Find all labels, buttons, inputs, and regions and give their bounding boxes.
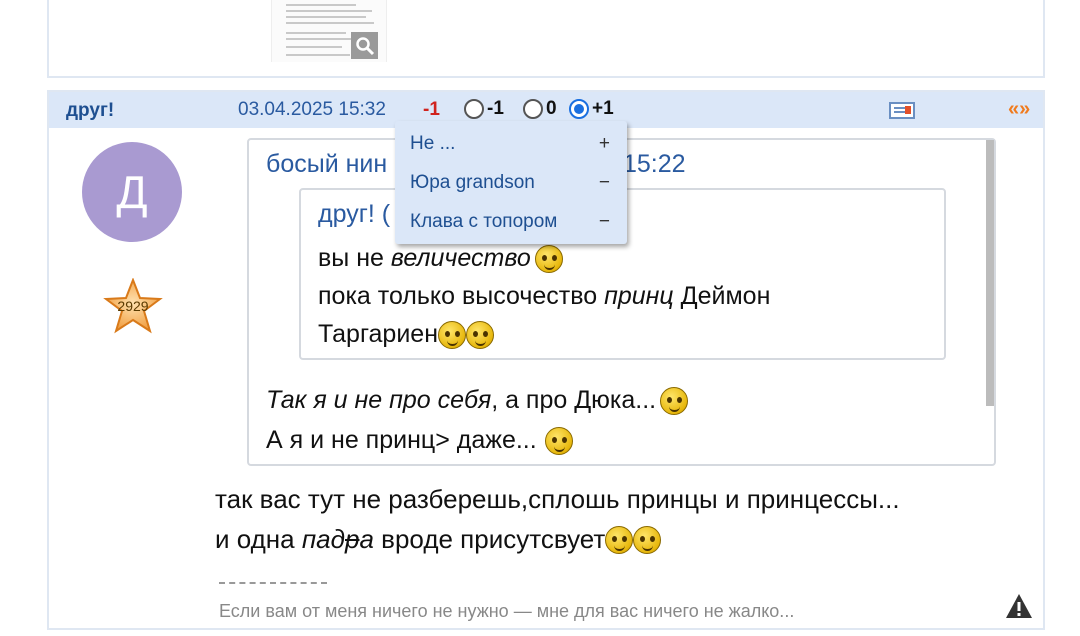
quote-outer-text: А я и не принц> даже... <box>266 426 537 454</box>
post-body-line: так вас тут не разберешь,сплошь принцы и… <box>215 484 900 515</box>
post-body-text: и одна <box>215 524 302 554</box>
vote-zero-label: 0 <box>546 98 557 119</box>
voter-name: Клава с топором <box>410 211 558 232</box>
avatar[interactable]: Д <box>82 142 182 242</box>
quote-reply-icon[interactable] <box>889 102 915 119</box>
voter-item[interactable]: Не ... + <box>410 133 610 155</box>
quote-outer-line: Так я и не про себя , а про Дюка... <box>266 386 689 415</box>
quote-outer-italic: Так я и не про себя <box>266 386 492 414</box>
voter-name: Юра grandson <box>410 172 535 193</box>
vote-plus-option[interactable]: +1 <box>569 98 614 120</box>
author-name[interactable]: друг! <box>66 100 114 122</box>
vote-minus-radio[interactable] <box>464 99 484 119</box>
post-body-line: и одна пад р а вроде присутсвует <box>215 524 662 555</box>
rank-star-badge: 2929 <box>103 277 163 334</box>
thumbnail-text-line <box>286 10 372 12</box>
quote-inner-line: Таргариен <box>318 320 495 349</box>
post-score[interactable]: -1 <box>423 99 440 121</box>
thumbnail-text-line <box>286 54 350 56</box>
thumbnail-text-line <box>286 46 342 48</box>
post-body-text: вроде присутсвует <box>373 524 606 554</box>
quote-inner-italic: величество <box>390 244 531 272</box>
vote-minus-option[interactable]: -1 <box>464 98 504 120</box>
vote-zero-option[interactable]: 0 <box>523 98 557 120</box>
clapping-smiley-icon <box>605 525 634 554</box>
laughing-smiley-icon <box>466 320 495 349</box>
post-body-strike: р <box>345 524 360 554</box>
quote-scrollbar[interactable] <box>986 140 994 406</box>
laughing-smiley-icon <box>633 525 662 554</box>
voters-dropdown: Не ... + Юра grandson − Клава с топором … <box>395 121 627 244</box>
quote-outer-line: А я и не принц> даже... <box>266 426 573 455</box>
quote-inner-line: вы не величество <box>318 244 563 273</box>
quote-inner-text: пока только высочество <box>318 282 605 310</box>
vote-plus-radio[interactable] <box>569 99 589 119</box>
quote-outer-time[interactable]: 15:22 <box>623 150 686 179</box>
voter-sign: − <box>598 211 610 232</box>
vote-zero-radio[interactable] <box>523 99 543 119</box>
vote-plus-label: +1 <box>592 98 614 119</box>
thumbnail-text-line <box>286 16 366 18</box>
thumbnail-text-line <box>286 32 346 34</box>
vote-minus-label: -1 <box>487 98 504 119</box>
nav-arrows-button[interactable]: «» <box>1008 98 1030 121</box>
clapping-smiley-icon <box>438 320 467 349</box>
quote-inner-author[interactable]: друг! ( <box>318 200 390 229</box>
smiley-icon <box>544 426 573 455</box>
post-date[interactable]: 03.04.2025 15:32 <box>238 99 386 121</box>
rank-number: 2929 <box>117 298 149 314</box>
quote-inner-italic: принц <box>604 282 674 310</box>
quote-inner-text: Деймон <box>673 282 771 310</box>
quote-outer-header: босый нин 15:22 <box>266 150 686 179</box>
warning-triangle-icon[interactable] <box>1005 593 1033 619</box>
post-body-italic: пад <box>301 524 345 554</box>
quote-inner-line: пока только высочество принц Деймон <box>318 282 770 311</box>
smiley-icon <box>660 386 689 415</box>
thumbnail-text-line <box>286 4 356 6</box>
previous-post <box>47 0 1045 78</box>
voter-sign: − <box>598 172 610 193</box>
quote-inner-text: Таргариен <box>318 320 439 348</box>
voter-item[interactable]: Юра grandson − <box>410 172 610 194</box>
thumbnail-text-line <box>286 38 360 40</box>
voter-sign: + <box>598 133 610 154</box>
signature-text: Если вам от меня ничего не нужно — мне д… <box>219 601 795 621</box>
magnifier-icon[interactable] <box>351 32 378 59</box>
thumbnail-text-line <box>286 22 374 24</box>
smiley-icon <box>534 244 563 273</box>
post-body-text: так вас тут не разберешь,сплошь принцы и… <box>215 484 900 514</box>
quote-outer-author[interactable]: босый нин <box>266 150 387 178</box>
voter-item[interactable]: Клава с топором − <box>410 211 610 233</box>
post-body-italic: а <box>359 524 374 554</box>
quote-inner-text: вы не <box>318 244 391 272</box>
signature-divider <box>219 582 327 584</box>
avatar-letter: Д <box>116 166 148 218</box>
quote-outer-text: , а про Дюка... <box>491 386 657 414</box>
voter-name: Не ... <box>410 133 456 154</box>
